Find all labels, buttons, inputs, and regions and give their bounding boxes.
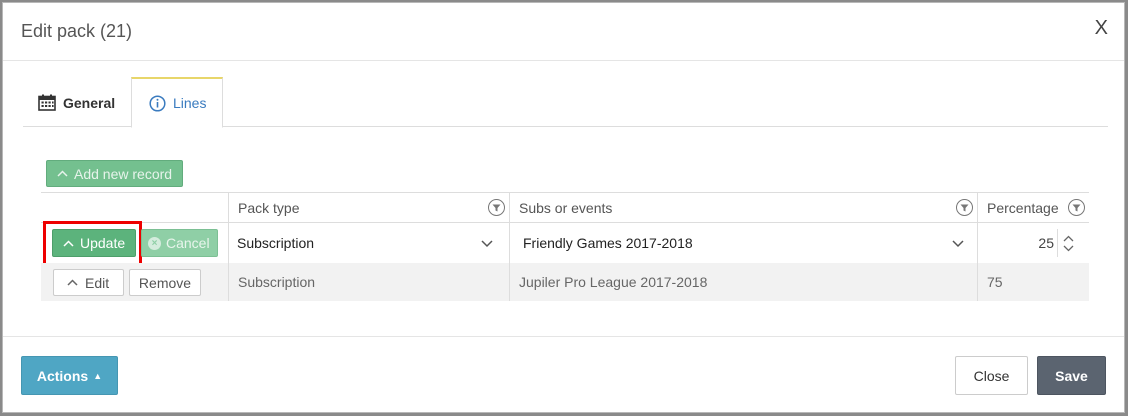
edit-label: Edit xyxy=(85,274,110,291)
tab-general-label: General xyxy=(63,94,116,111)
close-dialog-button[interactable]: X xyxy=(1095,18,1108,38)
caret-up-icon: ▲ xyxy=(93,370,103,381)
percentage-value: 75 xyxy=(987,274,1003,290)
percentage-spinner[interactable] xyxy=(1057,229,1079,257)
pack-type-value: Subscription xyxy=(237,235,315,251)
pack-type-cell: Subscription xyxy=(228,263,509,301)
grid-header: Pack type Subs or events Percentage xyxy=(41,192,1089,223)
row-commands-cell: Edit Remove xyxy=(41,263,228,301)
chevron-down-icon xyxy=(481,240,493,248)
dialog-footer: Actions ▲ Close Save xyxy=(3,336,1124,413)
spin-down-icon[interactable] xyxy=(1063,245,1074,252)
filter-icon[interactable] xyxy=(1068,199,1085,216)
subs-or-events-value: Friendly Games 2017-2018 xyxy=(523,235,693,251)
percentage-value: 25 xyxy=(1038,235,1054,251)
dialog-header: Edit pack (21) X xyxy=(3,3,1124,61)
cancel-button[interactable]: × Cancel xyxy=(141,229,218,257)
column-header-subs-or-events: Subs or events xyxy=(509,193,977,223)
remove-label: Remove xyxy=(138,274,192,291)
update-button[interactable]: Update xyxy=(52,229,136,257)
subs-or-events-value: Jupiler Pro League 2017-2018 xyxy=(519,274,708,290)
edit-pack-dialog: Edit pack (21) X General Lines Add new r… xyxy=(2,2,1125,413)
edit-button[interactable]: Edit xyxy=(53,269,124,296)
spin-up-icon[interactable] xyxy=(1063,235,1074,242)
close-label: Close xyxy=(973,367,1010,384)
pack-type-cell: Subscription xyxy=(228,223,509,263)
update-label: Update xyxy=(80,235,126,251)
calendar-icon xyxy=(38,94,56,111)
column-header-percentage: Percentage xyxy=(977,193,1089,223)
chevron-up-icon xyxy=(67,279,78,286)
dialog-title: Edit pack (21) xyxy=(21,21,133,41)
info-circle-icon xyxy=(149,94,166,112)
filter-icon[interactable] xyxy=(956,199,973,216)
remove-button[interactable]: Remove xyxy=(129,269,201,296)
percentage-cell: 75 xyxy=(977,263,1089,301)
actions-label: Actions xyxy=(36,367,89,384)
tab-general[interactable]: General xyxy=(23,77,131,128)
chevron-down-icon xyxy=(952,240,964,248)
pack-type-dropdown[interactable]: Subscription xyxy=(233,227,503,259)
filter-icon[interactable] xyxy=(488,199,505,216)
table-row: Edit Remove Subscription Jupiler Pro Lea… xyxy=(41,263,1089,301)
tab-bar: General Lines xyxy=(23,77,1108,128)
row-commands-cell: Update × Cancel xyxy=(41,221,228,268)
save-label: Save xyxy=(1055,367,1088,384)
column-header-label: Percentage xyxy=(987,200,1059,216)
add-new-record-button[interactable]: Add new record xyxy=(46,160,183,187)
subs-or-events-dropdown[interactable]: Friendly Games 2017-2018 xyxy=(519,227,974,259)
percentage-cell: 25 xyxy=(977,223,1089,263)
save-button[interactable]: Save xyxy=(1037,356,1106,395)
close-button[interactable]: Close xyxy=(955,356,1028,395)
add-new-record-label: Add new record xyxy=(74,165,173,182)
actions-button[interactable]: Actions ▲ xyxy=(21,356,118,395)
column-header-label: Subs or events xyxy=(519,200,613,216)
cancel-icon: × xyxy=(148,236,161,250)
table-row-editing: Update × Cancel Subscription Friendly Ga… xyxy=(41,221,1089,268)
subs-or-events-cell: Jupiler Pro League 2017-2018 xyxy=(509,263,977,301)
tab-lines-label: Lines xyxy=(173,95,207,111)
subs-or-events-cell: Friendly Games 2017-2018 xyxy=(509,223,977,263)
column-header-pack-type: Pack type xyxy=(228,193,509,223)
chevron-up-icon xyxy=(57,170,68,177)
cancel-label: Cancel xyxy=(166,235,210,251)
tab-lines[interactable]: Lines xyxy=(131,77,223,128)
column-header-label: Pack type xyxy=(238,200,300,216)
chevron-up-icon xyxy=(63,239,74,247)
pack-type-value: Subscription xyxy=(238,274,316,290)
